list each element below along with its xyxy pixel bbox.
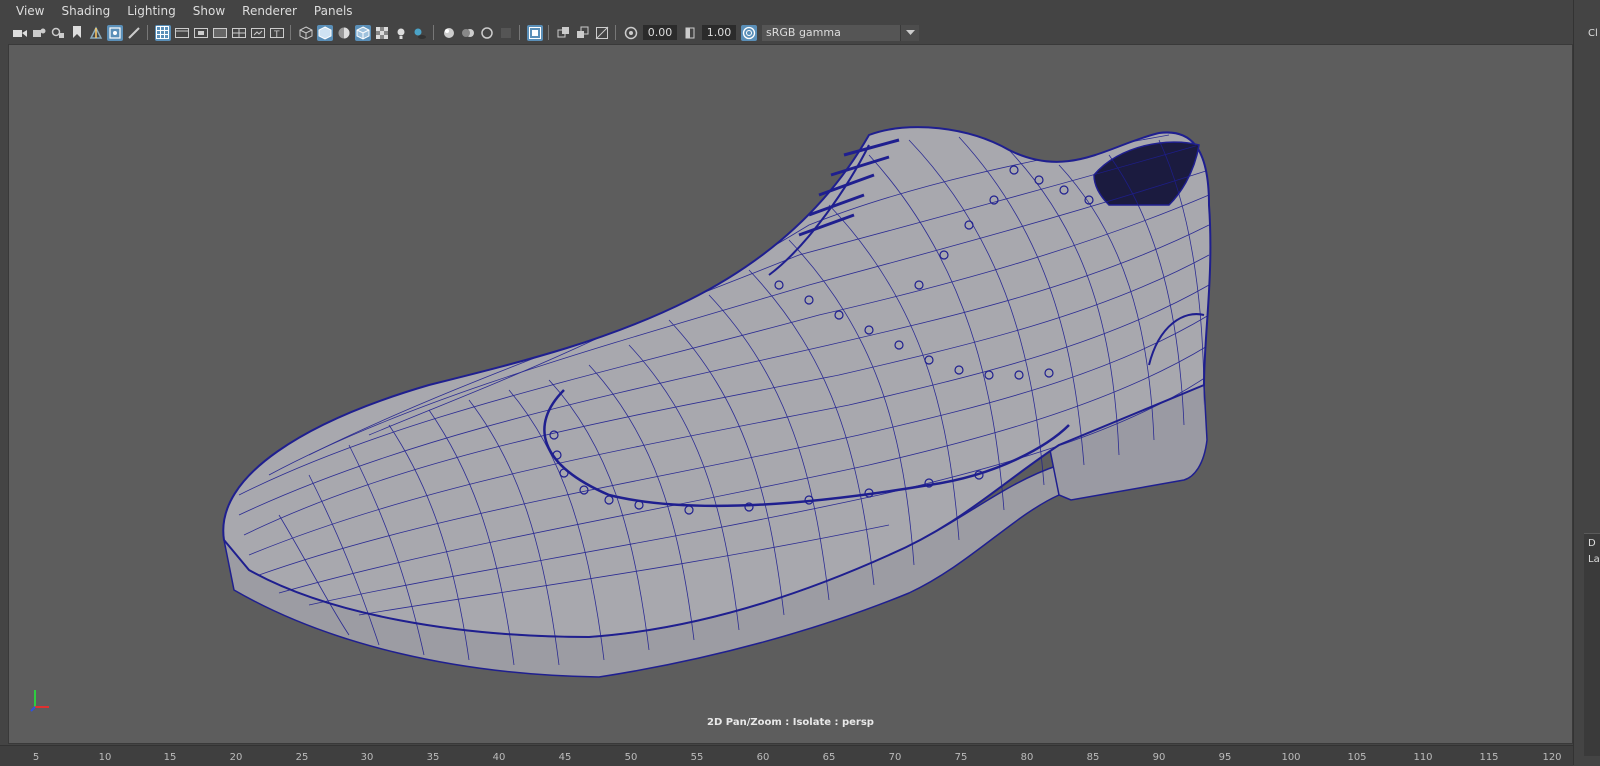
bookmark-camera-icon[interactable] (50, 25, 66, 41)
timeline-tick: 95 (1218, 752, 1232, 763)
toolbar-separator (147, 25, 148, 40)
toolbar-separator (433, 25, 434, 40)
menu-renderer[interactable]: Renderer (234, 0, 306, 22)
safe-title-icon[interactable]: T (269, 25, 285, 41)
timeline-tick: 30 (360, 752, 374, 763)
toolbar-separator (615, 25, 616, 40)
timeline-tick: 70 (888, 752, 902, 763)
timeline-tick: 45 (558, 752, 572, 763)
menu-shading[interactable]: Shading (53, 0, 119, 22)
textured-icon[interactable] (374, 25, 390, 41)
toolbar-separator (548, 25, 549, 40)
wireframe-on-shaded-icon[interactable] (354, 24, 371, 41)
right-panel-box: D La (1584, 533, 1600, 756)
gamma-field[interactable]: 1.00 (702, 25, 736, 40)
timeline-tick: 40 (492, 752, 506, 763)
timeline-tick: 10 (98, 752, 112, 763)
default-material-icon[interactable] (336, 25, 352, 41)
pencil-icon[interactable] (126, 25, 142, 41)
right-panel-label-2: La (1588, 554, 1600, 565)
resolution-gate-icon[interactable] (193, 25, 209, 41)
color-management-icon[interactable] (740, 24, 757, 41)
image-plane-icon[interactable] (88, 25, 104, 41)
exposure-field[interactable]: 0.00 (643, 25, 677, 40)
menu-show[interactable]: Show (185, 0, 234, 22)
wireframe-icon[interactable] (298, 25, 314, 41)
menu-lighting[interactable]: Lighting (119, 0, 185, 22)
viewport-hud-text: 2D Pan/Zoom : Isolate : persp (707, 717, 874, 728)
timeline-tick: 35 (426, 752, 440, 763)
shadows-icon[interactable] (412, 25, 428, 41)
timeline-tick: 80 (1020, 752, 1034, 763)
xray-icon[interactable] (556, 25, 572, 41)
smooth-shade-icon[interactable] (316, 24, 333, 41)
depth-of-field-icon[interactable] (498, 25, 514, 41)
grid-snap-icon[interactable] (106, 24, 123, 41)
shoe-wireframe-model (222, 126, 1212, 678)
timeline-tick: 65 (822, 752, 836, 763)
timeline-tick: 120 (1542, 752, 1562, 763)
gate-mask-icon[interactable] (212, 25, 228, 41)
svg-text:T: T (273, 30, 280, 39)
timeline-ruler[interactable]: 5 10 15 20 25 30 35 40 45 50 55 60 65 70… (0, 745, 1573, 766)
timeline-tick: 60 (756, 752, 770, 763)
timeline-tick: 90 (1152, 752, 1166, 763)
xray-components-icon[interactable] (594, 25, 610, 41)
timeline-tick: 5 (32, 752, 40, 763)
field-chart-icon[interactable] (231, 25, 247, 41)
panel-toolbar: T 0.00 1.00 sRGB gamma (0, 22, 1573, 43)
right-panel-label-1: D (1588, 538, 1596, 549)
grid-icon[interactable] (154, 24, 171, 41)
timeline-tick: 110 (1413, 752, 1433, 763)
isolate-select-icon[interactable] (526, 24, 543, 41)
timeline-tick: 15 (163, 752, 177, 763)
toolbar-separator (519, 25, 520, 40)
timeline-tick: 115 (1479, 752, 1499, 763)
toolbar-separator (290, 25, 291, 40)
right-side-panel: Cl D La (1573, 0, 1600, 765)
motion-blur-icon[interactable] (460, 25, 476, 41)
view-transform-dropdown[interactable]: sRGB gamma (762, 24, 919, 41)
timeline-tick: 75 (954, 752, 968, 763)
axis-gizmo-icon (30, 690, 49, 712)
safe-action-icon[interactable] (250, 25, 266, 41)
xray-joints-icon[interactable] (575, 25, 591, 41)
chevron-down-icon[interactable] (900, 24, 919, 41)
panel-menubar: View Shading Lighting Show Renderer Pane… (0, 0, 1573, 23)
timeline-tick: 20 (229, 752, 243, 763)
menu-view[interactable]: View (0, 0, 53, 22)
3d-viewport[interactable]: 2D Pan/Zoom : Isolate : persp (8, 44, 1573, 744)
lights-icon[interactable] (393, 25, 409, 41)
timeline-tick: 55 (690, 752, 704, 763)
film-gate-icon[interactable] (174, 25, 190, 41)
timeline-tick: 105 (1347, 752, 1367, 763)
exposure-icon[interactable] (623, 25, 639, 41)
timeline-tick: 25 (295, 752, 309, 763)
timeline-tick: 100 (1281, 752, 1301, 763)
bookmark-icon[interactable] (69, 25, 85, 41)
select-camera-icon[interactable] (12, 25, 28, 41)
camera-attributes-icon[interactable] (31, 25, 47, 41)
timeline-tick: 85 (1086, 752, 1100, 763)
ambient-occlusion-icon[interactable] (441, 25, 457, 41)
timeline-tick: 50 (624, 752, 638, 763)
menu-panels[interactable]: Panels (306, 0, 362, 22)
gamma-icon[interactable] (682, 25, 698, 41)
view-transform-value: sRGB gamma (766, 25, 841, 39)
anti-aliasing-icon[interactable] (479, 25, 495, 41)
right-panel-top-label: Cl (1588, 28, 1598, 39)
